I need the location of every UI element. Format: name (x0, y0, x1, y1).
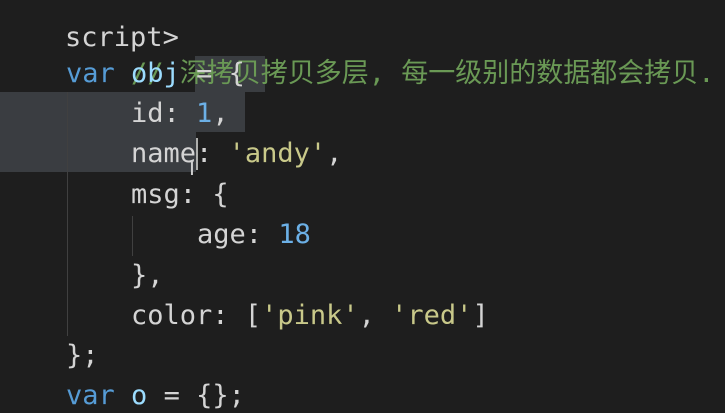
brace-close: }, (131, 260, 164, 291)
property-msg: msg (131, 179, 180, 210)
ibeam-pointer-icon: I (189, 156, 195, 180)
bracket-open: [ (244, 300, 262, 331)
colon: : (179, 179, 197, 210)
code-line-age: age: 18 (197, 215, 311, 255)
code-editor[interactable]: script> // 深拷贝拷贝多层, 每一级别的数据都会拷贝. var obj… (0, 0, 725, 413)
property-id: id (131, 98, 164, 129)
colon: : (245, 219, 263, 250)
code-line-color: color: ['pink', 'red'] (131, 296, 489, 336)
code-line-obj-close: }; (66, 336, 99, 376)
number-value: 18 (278, 219, 311, 250)
string-value: 'pink' (261, 300, 359, 331)
code-line-name: name: 'andy', (131, 134, 342, 174)
indent-guide (132, 216, 133, 256)
operator-assign: = (163, 380, 180, 411)
colon: : (196, 138, 213, 169)
code-line-var-o: var o = {}; (66, 376, 245, 413)
text-cursor (196, 138, 198, 170)
code-line-var-obj: var obj = { (66, 54, 245, 94)
colon: : (163, 98, 180, 129)
comma: , (212, 98, 229, 129)
code-line-msg: msg: { (131, 175, 229, 215)
code-line-msg-close: }, (131, 256, 164, 296)
identifier-obj: obj (131, 58, 180, 89)
brace-close: }; (66, 340, 99, 371)
number-value: 1 (196, 98, 213, 129)
brace-open: { (228, 58, 245, 89)
colon: : (212, 300, 229, 331)
property-age: age (197, 219, 246, 250)
string-value: 'red' (391, 300, 473, 331)
string-value: 'andy' (228, 138, 327, 169)
object-literal: {}; (196, 380, 245, 411)
property-color: color (131, 300, 213, 331)
comma: , (358, 300, 375, 331)
bracket-close: ] (472, 300, 489, 331)
brace-open: { (212, 179, 229, 210)
identifier-o: o (131, 380, 148, 411)
code-line-id: id: 1, (131, 94, 229, 134)
keyword-var: var (66, 380, 115, 411)
operator-assign: = (196, 58, 213, 89)
comma: , (326, 138, 343, 169)
keyword-var: var (66, 58, 115, 89)
property-name: name (131, 138, 197, 169)
code-line-comment: // 深拷贝拷贝多层, 每一级别的数据都会拷贝. (66, 14, 715, 89)
